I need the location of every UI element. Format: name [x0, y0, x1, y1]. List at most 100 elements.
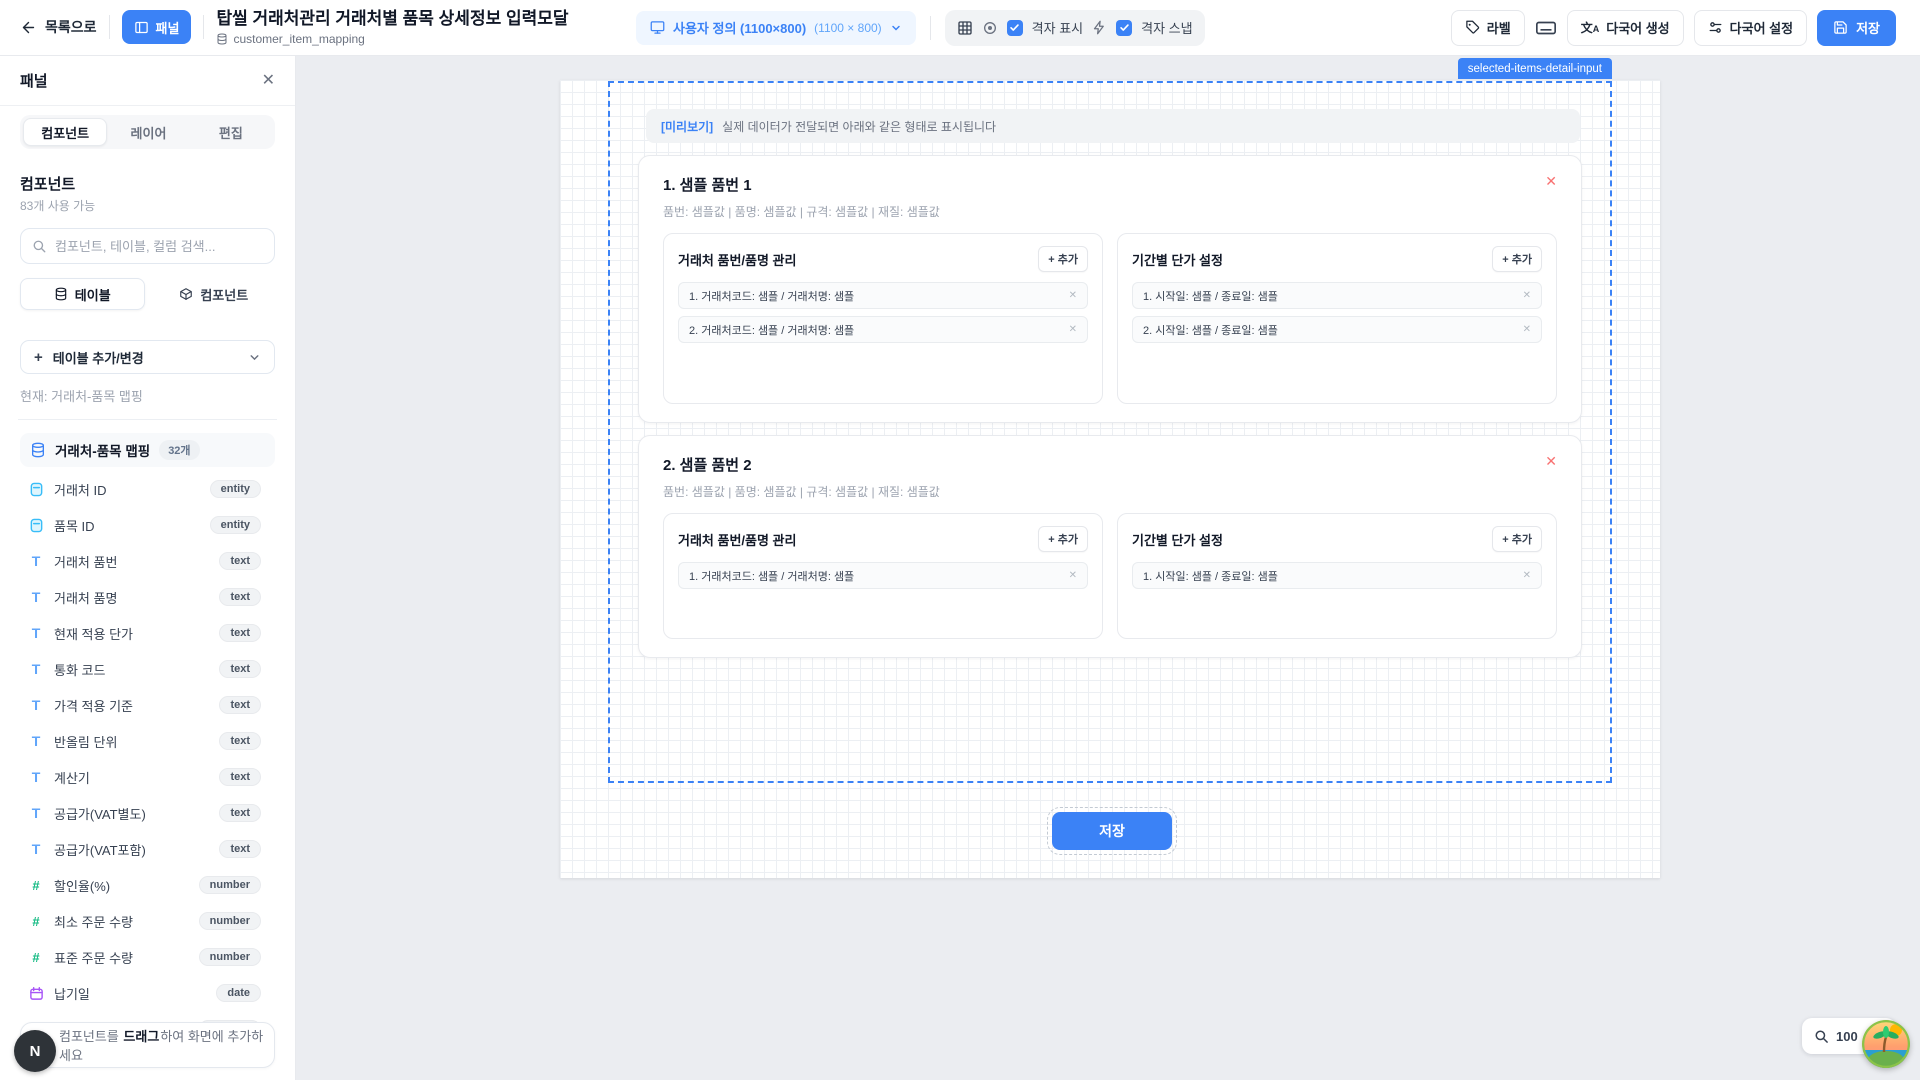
- remove-item-icon[interactable]: ✕: [1545, 454, 1557, 468]
- field-name: 가격 적용 기준: [54, 696, 209, 715]
- remove-item-icon[interactable]: ✕: [1545, 174, 1557, 188]
- panel-header: 패널 ✕: [0, 56, 295, 106]
- text-type-icon: T: [28, 589, 44, 605]
- check-icon: [1119, 22, 1130, 33]
- source-segments: 테이블 컴포넌트: [20, 278, 275, 310]
- i18n-settings-button[interactable]: 다국어 설정: [1694, 10, 1807, 46]
- add-row-button[interactable]: + 추가: [1492, 246, 1542, 272]
- lightning-icon[interactable]: [1092, 20, 1107, 35]
- field-row[interactable]: T # 거래처 품번 text: [20, 543, 275, 579]
- field-name: 할인율(%): [54, 876, 189, 895]
- search-input[interactable]: [55, 239, 263, 254]
- remove-row-icon[interactable]: ✕: [1069, 291, 1077, 301]
- design-canvas[interactable]: selected-items-detail-input [미리보기] 실제 데이…: [296, 56, 1920, 1080]
- plus-icon: +: [34, 350, 43, 365]
- customer-codes-panel: 거래처 품번/품명 관리 + 추가 1. 거래처코드: 샘플 / 거래처명: 샘…: [663, 513, 1103, 639]
- modal-save-button[interactable]: 저장: [1052, 812, 1172, 850]
- panel-tabs: 컴포넌트 레이어 편집: [20, 115, 275, 149]
- field-row[interactable]: T # 통화 코드 text: [20, 651, 275, 687]
- table-subtitle: customer_item_mapping: [216, 32, 568, 46]
- field-type-badge: entity: [210, 516, 261, 534]
- sub-panel-title: 기간별 단가 설정: [1132, 250, 1223, 269]
- search-icon: [32, 239, 47, 254]
- chevron-down-icon: [890, 22, 902, 34]
- grid-snap-checkbox[interactable]: [1116, 20, 1132, 36]
- field-row[interactable]: T # 반올림 단위 text: [20, 723, 275, 759]
- field-name: 거래처 품명: [54, 588, 209, 607]
- avatar: N: [14, 1030, 56, 1072]
- item-card-panels: 거래처 품번/품명 관리 + 추가 1. 거래처코드: 샘플 / 거래처명: 샘…: [663, 513, 1557, 639]
- field-type-badge: number: [199, 912, 261, 930]
- grid-icon[interactable]: [957, 20, 973, 36]
- current-table-label: 현재: 거래처-품목 맵핑: [20, 386, 275, 405]
- text-type-icon: T: [28, 625, 44, 641]
- field-row[interactable]: T # 거래처 품명 text: [20, 579, 275, 615]
- tab-components[interactable]: 컴포넌트: [23, 118, 107, 146]
- field-name: 최소 주문 수량: [54, 912, 189, 931]
- remove-row-icon[interactable]: ✕: [1523, 325, 1531, 335]
- add-table-dropdown[interactable]: + 테이블 추가/변경: [20, 340, 275, 374]
- list-item: 1. 거래처코드: 샘플 / 거래처명: 샘플✕: [678, 562, 1088, 589]
- back-to-list-button[interactable]: 목록으로: [20, 17, 97, 37]
- grid-show-checkbox[interactable]: [1007, 20, 1023, 36]
- item-card-meta: 품번: 샘플값 | 품명: 샘플값 | 규격: 샘플값 | 재질: 샘플값: [663, 203, 1557, 220]
- entity-icon: [28, 517, 44, 533]
- add-row-button[interactable]: + 추가: [1038, 526, 1088, 552]
- grid-controls-group: 격자 표시 격자 스냅: [945, 10, 1205, 46]
- remove-row-icon[interactable]: ✕: [1523, 571, 1531, 581]
- add-row-button[interactable]: + 추가: [1492, 526, 1542, 552]
- field-type-badge: number: [199, 948, 261, 966]
- field-name: 표준 주문 수량: [54, 948, 189, 967]
- panel-toggle-button[interactable]: 패널: [122, 10, 192, 44]
- field-row[interactable]: T # 납기일 date: [20, 975, 275, 1011]
- field-row[interactable]: T # 계산기 text: [20, 759, 275, 795]
- add-row-button[interactable]: + 추가: [1038, 246, 1088, 272]
- save-button[interactable]: 저장: [1817, 10, 1896, 46]
- i18n-generate-button[interactable]: 文A 다국어 생성: [1567, 10, 1684, 46]
- grid-snap-label: 격자 스냅: [1141, 18, 1192, 37]
- item-card-title: 2. 샘플 품번 2: [663, 454, 752, 475]
- item-card-title: 1. 샘플 품번 1: [663, 174, 752, 195]
- i18n-settings-label: 다국어 설정: [1730, 18, 1793, 37]
- segment-tables-label: 테이블: [75, 285, 111, 304]
- keyboard-icon[interactable]: [1535, 17, 1557, 39]
- selected-component[interactable]: selected-items-detail-input [미리보기] 실제 데이…: [608, 81, 1612, 783]
- tab-edit[interactable]: 편집: [190, 118, 272, 146]
- remove-row-icon[interactable]: ✕: [1069, 571, 1077, 581]
- list-item: 1. 시작일: 샘플 / 종료일: 샘플✕: [1132, 282, 1542, 309]
- field-row[interactable]: T # 공급가(VAT별도) text: [20, 795, 275, 831]
- chevron-down-icon: [248, 351, 261, 364]
- segment-components[interactable]: 컴포넌트: [153, 278, 276, 310]
- table-item-customer-item-mapping[interactable]: 거래처-품목 맵핑 32개: [20, 433, 275, 467]
- field-type-badge: text: [219, 732, 261, 750]
- viewport-size-selector[interactable]: 사용자 정의 (1100×800) (1100 × 800): [636, 11, 916, 45]
- field-row[interactable]: T # 할인율(%) number: [20, 867, 275, 903]
- tag-icon: [1465, 20, 1480, 35]
- field-name: 거래처 ID: [54, 480, 200, 499]
- monitor-icon: [650, 20, 665, 35]
- add-table-label: 테이블 추가/변경: [53, 348, 144, 367]
- remove-row-icon[interactable]: ✕: [1069, 325, 1077, 335]
- field-row[interactable]: T # 최소 주문 수량 number: [20, 903, 275, 939]
- eye-icon[interactable]: [982, 20, 998, 36]
- close-icon[interactable]: ✕: [262, 73, 275, 89]
- field-row[interactable]: T # 표준 주문 수량 number: [20, 939, 275, 975]
- field-name: 공급가(VAT포함): [54, 840, 209, 859]
- field-row[interactable]: T # 품목 ID entity: [20, 507, 275, 543]
- back-arrow-icon: [20, 19, 37, 36]
- tab-layers[interactable]: 레이어: [107, 118, 189, 146]
- field-row[interactable]: T # 거래처 ID entity: [20, 471, 275, 507]
- components-available-count: 83개 사용 가능: [20, 197, 275, 214]
- field-row[interactable]: T # 가격 적용 기준 text: [20, 687, 275, 723]
- field-name: 현재 적용 단가: [54, 624, 209, 643]
- preview-badge: [미리보기]: [661, 118, 713, 135]
- remove-row-icon[interactable]: ✕: [1523, 291, 1531, 301]
- field-name: 반올림 단위: [54, 732, 209, 751]
- magnifier-icon: [1814, 1029, 1829, 1044]
- segment-tables[interactable]: 테이블: [20, 278, 145, 310]
- label-button[interactable]: 라벨: [1451, 10, 1525, 46]
- field-row[interactable]: T # 현재 적용 단가 text: [20, 615, 275, 651]
- field-list: T # 거래처 ID entity T # 품목 ID entity T #: [20, 471, 275, 1047]
- field-row[interactable]: T # 공급가(VAT포함) text: [20, 831, 275, 867]
- hint-text: 컴포넌트를 드래그하여 화면에 추가하세요: [59, 1026, 274, 1064]
